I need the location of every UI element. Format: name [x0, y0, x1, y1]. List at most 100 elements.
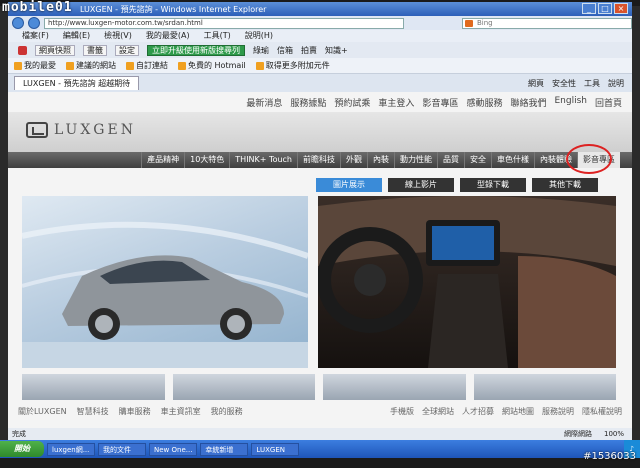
taskbar-item[interactable]: LUXGEN: [251, 442, 300, 456]
safety-menu[interactable]: 安全性: [552, 78, 576, 89]
tab-bar: LUXGEN - 預先諮詢 超越期待 網頁 安全性 工具 說明: [8, 74, 632, 92]
nav-technology[interactable]: 前瞻科技: [297, 152, 340, 168]
topnav-link[interactable]: 感動服務: [466, 96, 502, 109]
favorite-link[interactable]: 免費的 Hotmail: [178, 60, 246, 71]
menu-tools[interactable]: 工具(T): [204, 30, 231, 42]
topnav-link[interactable]: 最新消息: [246, 96, 282, 109]
footer-link[interactable]: 我的服務: [211, 406, 243, 417]
tools-menu[interactable]: 工具: [584, 78, 600, 89]
settings-button[interactable]: 設定: [115, 44, 139, 56]
snapshot-button[interactable]: 網頁快照: [35, 44, 75, 56]
thumbnail[interactable]: [473, 374, 616, 400]
nav-performance[interactable]: 動力性能: [394, 152, 437, 168]
toolbar-item[interactable]: 知識+: [325, 45, 348, 56]
page-icon: [66, 61, 74, 70]
thumbnail[interactable]: [22, 374, 165, 400]
toolbar-item[interactable]: 綠瑜: [253, 45, 269, 56]
help-menu[interactable]: 說明: [608, 78, 624, 89]
url-input[interactable]: http://www.luxgen-motor.com.tw/srdan.htm…: [44, 17, 404, 29]
favorite-link[interactable]: 自訂連結: [126, 60, 168, 71]
topnav-link[interactable]: 預約試乘: [334, 96, 370, 109]
favorites-button[interactable]: 我的最愛: [14, 60, 56, 71]
footer-link[interactable]: 全球網站: [422, 406, 454, 417]
nav-features[interactable]: 10大特色: [184, 152, 229, 168]
topnav-link[interactable]: 服務據點: [290, 96, 326, 109]
footer-link[interactable]: 手機版: [390, 406, 414, 417]
toolbar-item[interactable]: 拍賣: [301, 45, 317, 56]
command-bar: 網頁 安全性 工具 說明: [528, 78, 632, 89]
taskbar-item[interactable]: 幸統新增: [200, 442, 249, 456]
watermark-logo: mobile01: [2, 0, 73, 15]
topnav-link[interactable]: 回首頁: [595, 96, 622, 109]
forward-button[interactable]: [28, 17, 40, 29]
taskbar-item[interactable]: luxgen網...: [47, 442, 95, 456]
start-button[interactable]: 開始: [0, 441, 44, 457]
web-page: 最新消息 服務據點 預約試乘 車主登入 影音專區 感動服務 聯絡我們 Engli…: [8, 92, 632, 428]
footer-link[interactable]: 購車服務: [119, 406, 151, 417]
search-input[interactable]: Bing: [462, 17, 632, 29]
thumbnail[interactable]: [323, 374, 466, 400]
page-icon: [255, 61, 264, 70]
luxgen-emblem-icon: [26, 122, 48, 138]
favorite-link[interactable]: 建議的網站: [66, 60, 116, 71]
back-button[interactable]: [12, 17, 24, 29]
footer-link[interactable]: 網站地圖: [502, 406, 534, 417]
main-nav: 產品精神 10大特色 THINK+ Touch 前瞻科技 外觀 內裝 動力性能 …: [8, 152, 632, 168]
taskbar: 開始 luxgen網... 我的文件 New One... 幸統新增 LUXGE…: [0, 440, 640, 458]
nav-exterior[interactable]: 外觀: [340, 152, 367, 168]
tab-photos[interactable]: 圖片展示: [316, 178, 382, 192]
toolbar-item[interactable]: 信箱: [277, 45, 293, 56]
status-bar: 完成 網際網路 100%: [8, 428, 632, 440]
nav-colors[interactable]: 車色什樣: [491, 152, 534, 168]
favorite-link[interactable]: 取得更多附加元件: [255, 60, 330, 71]
page-icon: [126, 61, 134, 70]
upgrade-button[interactable]: 立即升級使用新版搜尋列: [147, 44, 245, 56]
footer-link[interactable]: 人才招募: [462, 406, 494, 417]
footer-link[interactable]: 服務說明: [542, 406, 574, 417]
site-top-nav: 最新消息 服務據點 預約試乘 車主登入 影音專區 感動服務 聯絡我們 Engli…: [246, 96, 622, 109]
car-interior-image[interactable]: [318, 196, 616, 368]
topnav-link[interactable]: English: [554, 96, 587, 109]
car-exterior-image[interactable]: [22, 196, 308, 368]
footer-link[interactable]: 關於LUXGEN: [18, 406, 67, 417]
nav-product-spirit[interactable]: 產品精神: [141, 152, 184, 168]
tab-luxgen[interactable]: LUXGEN - 預先諮詢 超越期待: [14, 76, 140, 90]
thumbnail[interactable]: [172, 374, 315, 400]
menu-file[interactable]: 檔案(F): [22, 30, 49, 42]
minimize-button[interactable]: _: [582, 3, 596, 14]
nav-think-touch[interactable]: THINK+ Touch: [229, 152, 297, 168]
topnav-link[interactable]: 聯絡我們: [510, 96, 546, 109]
footer-link[interactable]: 隱私權說明: [582, 406, 622, 417]
bookmark-button[interactable]: 書籤: [83, 44, 107, 56]
screen-photo: LUXGEN - 預先諮詢 - Windows Internet Explore…: [0, 0, 640, 468]
menu-bar: 檔案(F) 編輯(E) 檢視(V) 我的最愛(A) 工具(T) 說明(H): [8, 30, 632, 42]
nav-interior[interactable]: 內裝: [367, 152, 394, 168]
status-text: 完成: [12, 430, 26, 438]
monitor-bezel-bottom: [0, 458, 640, 468]
maximize-button[interactable]: □: [598, 3, 612, 14]
page-menu[interactable]: 網頁: [528, 78, 544, 89]
page-icon: [178, 61, 186, 70]
close-button[interactable]: ×: [614, 3, 628, 14]
nav-safety[interactable]: 安全: [464, 152, 491, 168]
brand-logo[interactable]: LUXGEN: [26, 122, 136, 138]
taskbar-item[interactable]: 我的文件: [98, 442, 146, 456]
topnav-link[interactable]: 影音專區: [422, 96, 458, 109]
footer-links-right: 手機版 全球網站 人才招募 網站地圖 服務說明 隱私權說明: [390, 406, 622, 417]
footer-link[interactable]: 智慧科技: [77, 406, 109, 417]
nav-quality[interactable]: 品質: [437, 152, 464, 168]
menu-favorites[interactable]: 我的最愛(A): [146, 30, 190, 42]
footer-link[interactable]: 車主資訊室: [161, 406, 201, 417]
menu-help[interactable]: 說明(H): [245, 30, 273, 42]
topnav-link[interactable]: 車主登入: [378, 96, 414, 109]
taskbar-item[interactable]: New One...: [149, 442, 198, 456]
tab-videos[interactable]: 線上影片: [388, 178, 454, 192]
menu-view[interactable]: 檢視(V): [104, 30, 132, 42]
brand-name: LUXGEN: [54, 122, 136, 138]
tab-other-downloads[interactable]: 其他下載: [532, 178, 598, 192]
yahoo-logo-icon: [18, 45, 27, 55]
menu-edit[interactable]: 編輯(E): [63, 30, 90, 42]
favorite-link-label: 建議的網站: [76, 61, 116, 70]
zoom-level[interactable]: 100%: [604, 428, 624, 440]
tab-catalog[interactable]: 型錄下載: [460, 178, 526, 192]
